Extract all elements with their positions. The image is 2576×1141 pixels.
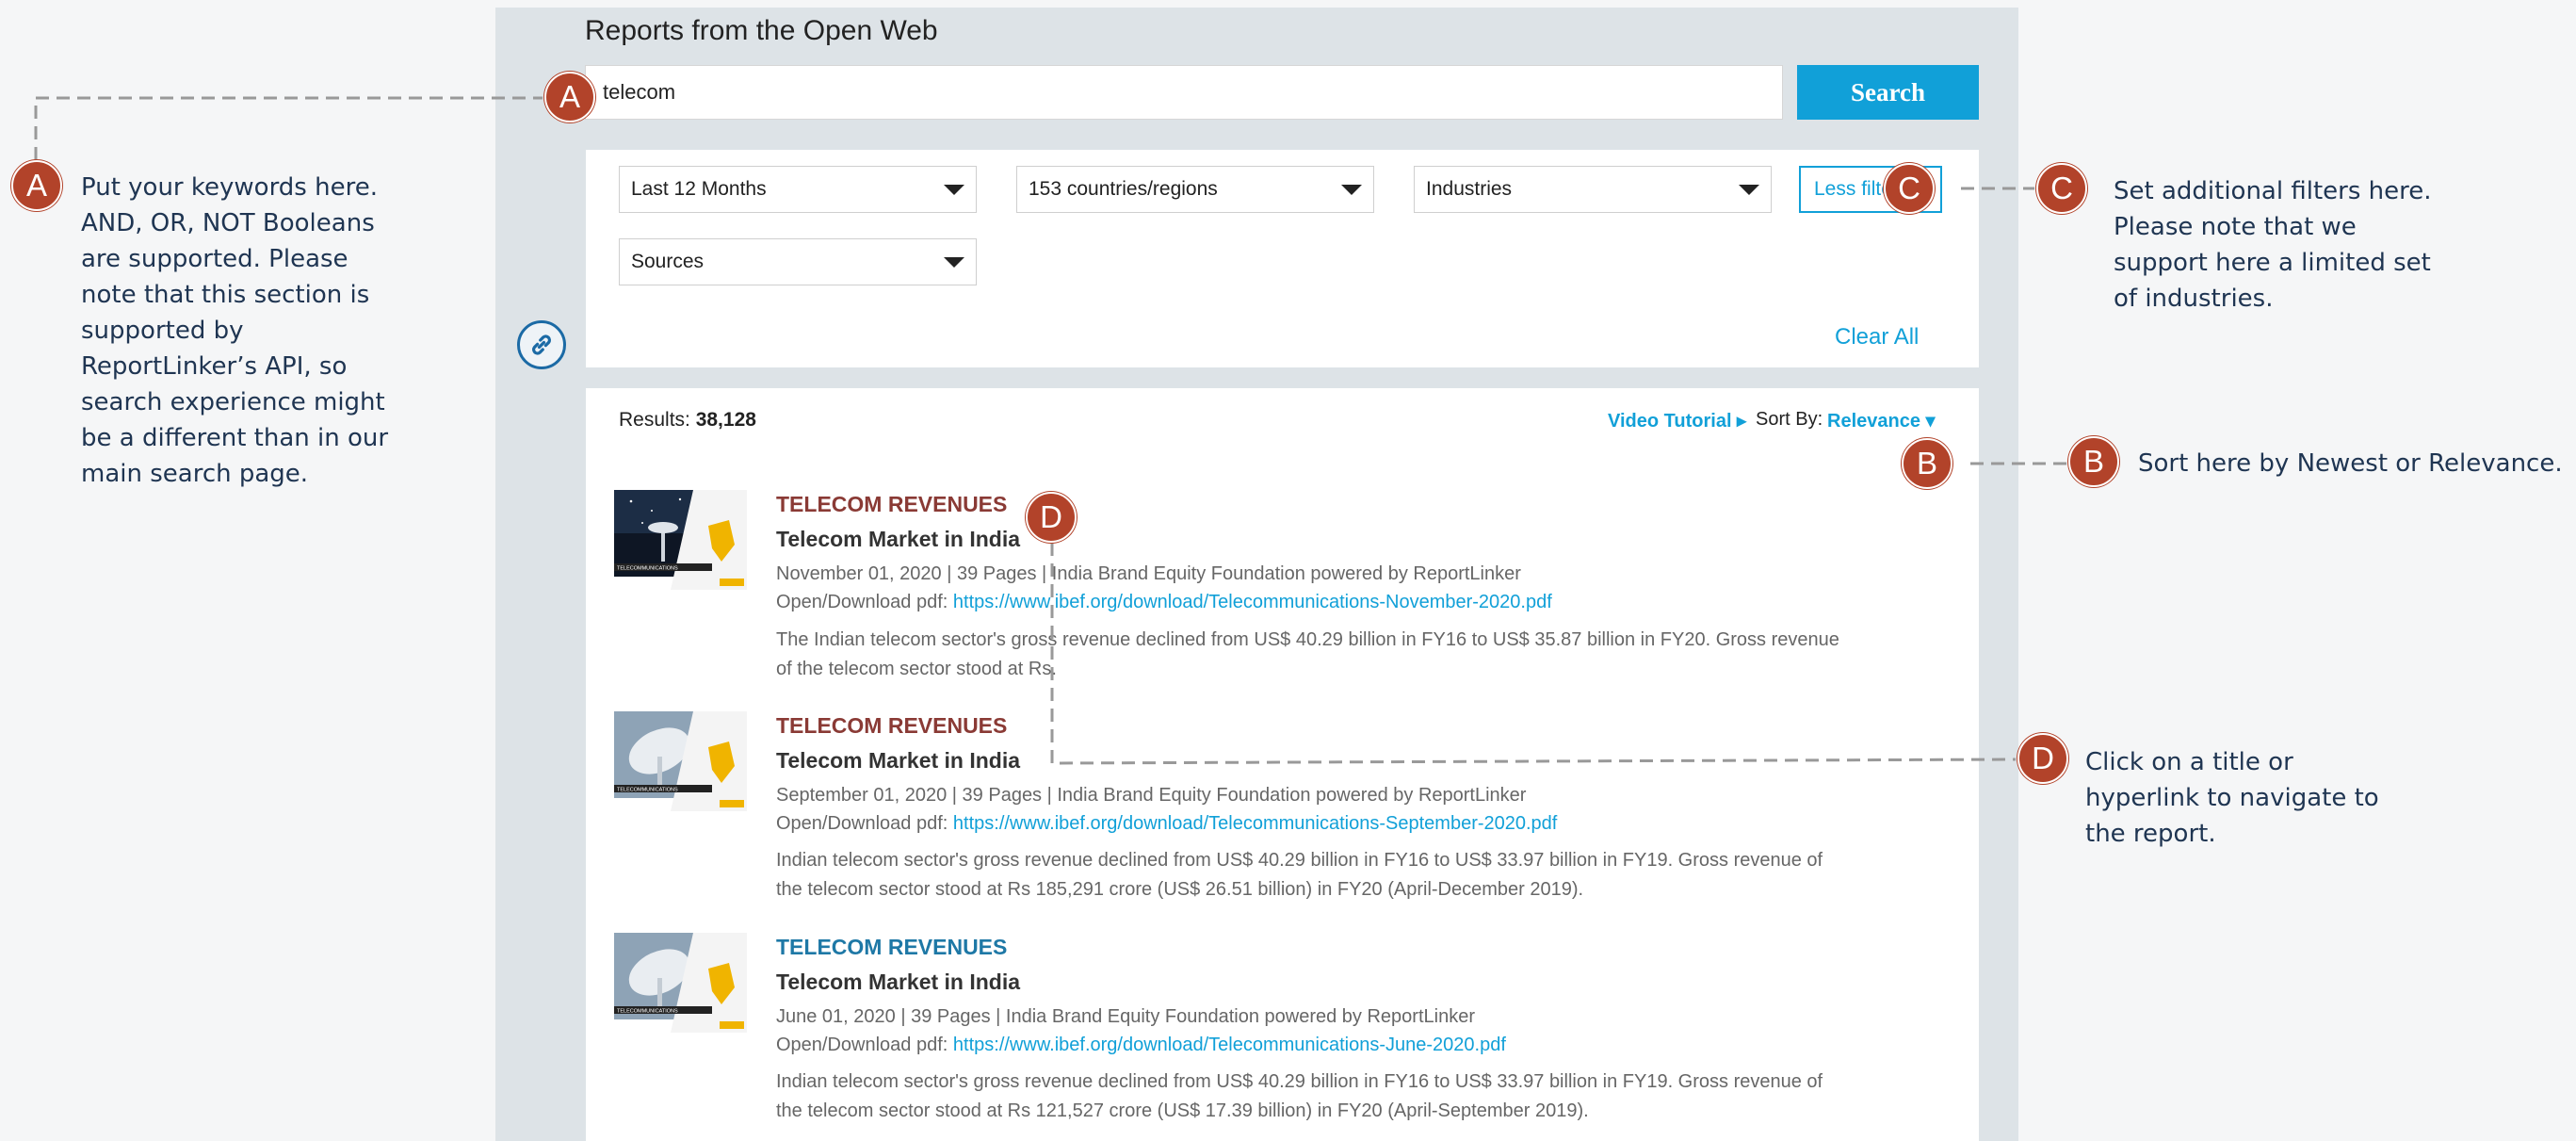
annotation-badge-d: D bbox=[1026, 492, 1077, 543]
annotation-badge-c-note: C bbox=[2036, 163, 2087, 214]
annotation-note-c: Set additional filters here. Please note… bbox=[2114, 177, 2432, 313]
annotation-badge-b: B bbox=[1902, 438, 1952, 489]
annotation-badge-a-note: A bbox=[11, 160, 62, 211]
annotation-badge-b-note: B bbox=[2068, 436, 2119, 487]
connector-a bbox=[34, 96, 543, 160]
annotation-badge-d-note: D bbox=[2017, 733, 2068, 784]
annotation-note-a: Put your keywords here. AND, OR, NOT Boo… bbox=[81, 173, 389, 488]
annotation-badge-c: C bbox=[1884, 163, 1935, 214]
annotation-note-d: Click on a title or hyperlink to navigat… bbox=[2085, 748, 2379, 848]
annotation-badge-a: A bbox=[544, 72, 595, 122]
connector-d bbox=[1050, 543, 2017, 765]
annotation-note-b: Sort here by Newest or Relevance. bbox=[2138, 449, 2563, 478]
